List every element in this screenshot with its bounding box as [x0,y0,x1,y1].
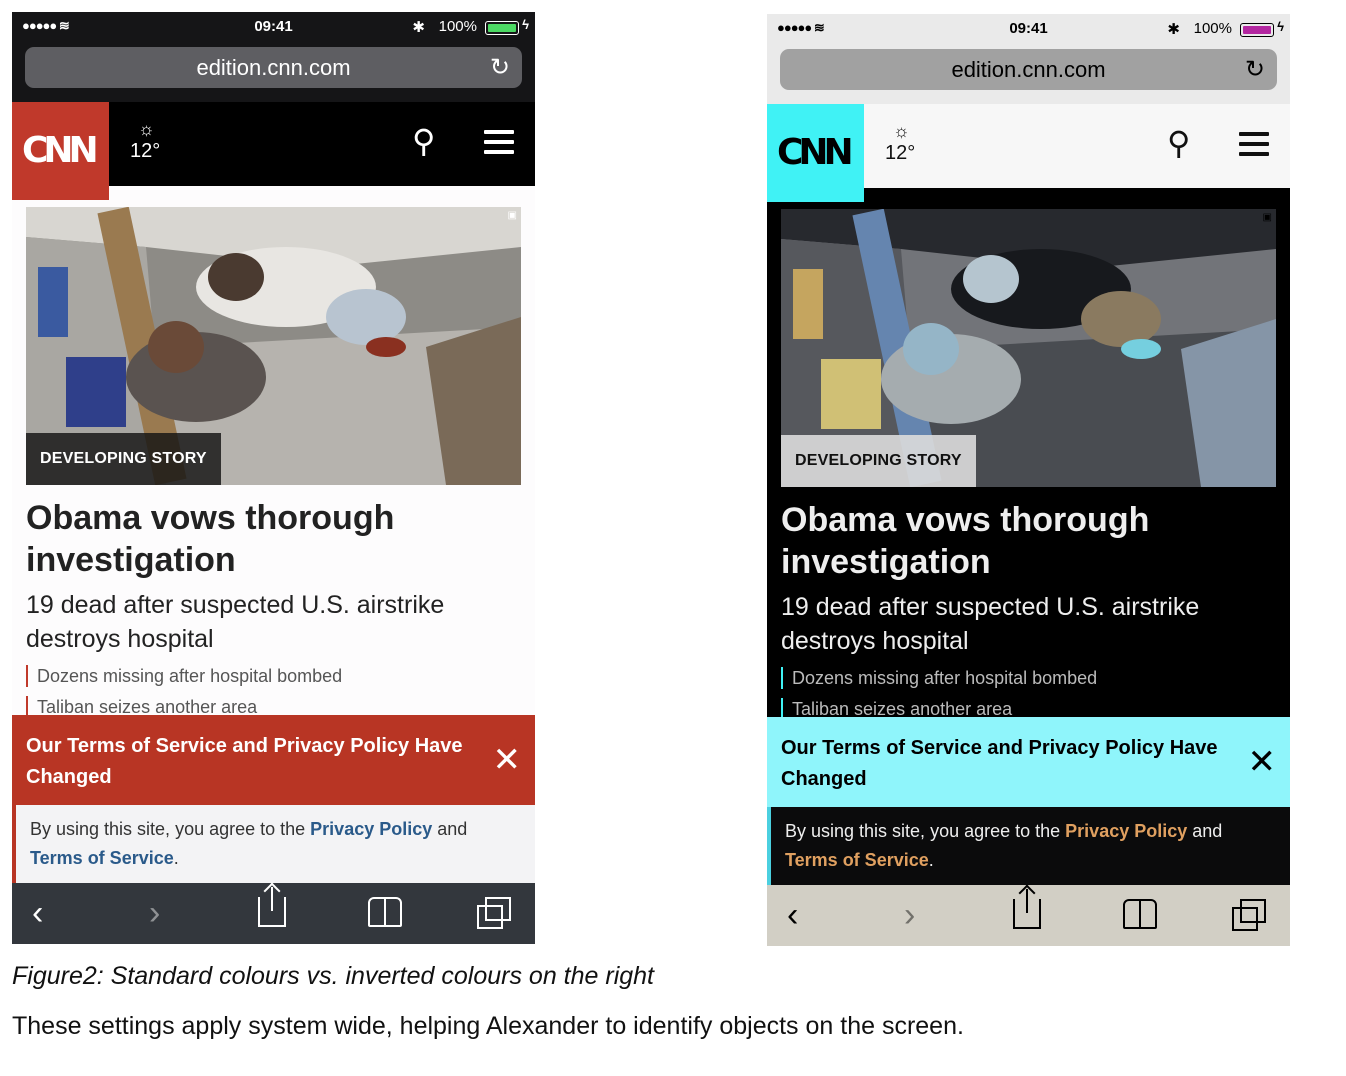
terms-banner: Our Terms of Service and Privacy Policy … [12,715,535,805]
privacy-policy-link[interactable]: Privacy Policy [1065,821,1187,841]
forward-icon[interactable]: › [904,895,915,935]
url-text: edition.cnn.com [196,55,351,80]
terms-notice: By using this site, you agree to the Pri… [12,805,535,883]
menu-icon[interactable] [1239,132,1269,156]
terms-intro-text: By using this site, you agree to the [785,821,1066,841]
related-link[interactable]: Dozens missing after hospital bombed [26,665,516,687]
battery-icon [1240,23,1274,37]
weather-widget[interactable]: ☼ 12° [130,118,160,162]
subheadline[interactable]: 19 dead after suspected U.S. airstrike d… [781,590,1271,658]
tabs-icon[interactable] [477,897,511,929]
battery-percentage: 100% [1193,20,1232,37]
terms-banner-title: Our Terms of Service and Privacy Policy … [26,735,463,788]
close-icon[interactable]: ✕ [1248,745,1277,779]
terms-of-service-link[interactable]: Terms of Service [785,850,929,870]
site-header: CNN ☼ 12° ⚲ [767,104,1290,202]
browser-toolbar: ‹ › [12,883,535,944]
forward-icon[interactable]: › [149,893,160,933]
headline[interactable]: Obama vows thorough investigation [26,497,516,581]
reload-icon[interactable]: ↻ [1245,49,1265,90]
status-bar: ●●●●● ≋ 09:41 ✱ 100% ϟ [12,12,535,42]
cnn-logo[interactable]: CNN [12,102,109,200]
terms-and-text: and [432,819,468,839]
site-header: CNN ☼ 12° ⚲ [12,102,535,200]
charging-icon: ϟ [522,17,529,32]
status-bar: ●●●●● ≋ 09:41 ✱ 100% ϟ [767,14,1290,44]
developing-story-badge: DEVELOPING STORY [26,433,221,485]
tabs-icon[interactable] [1232,899,1266,931]
terms-banner: Our Terms of Service and Privacy Policy … [767,717,1290,807]
weather-temp: 12° [130,140,161,162]
terms-intro-text: By using this site, you agree to the [30,819,311,839]
terms-notice-text: By using this site, you agree to the Pri… [785,817,1275,875]
reload-icon[interactable]: ↻ [490,47,510,88]
terms-and-text: and [1187,821,1223,841]
url-text: edition.cnn.com [951,57,1106,82]
figure-caption: Figure2: Standard colours vs. inverted c… [12,962,655,990]
terms-notice-text: By using this site, you agree to the Pri… [30,815,520,873]
bluetooth-icon: ✱ [412,19,425,36]
privacy-policy-link[interactable]: Privacy Policy [310,819,432,839]
phone-inverted-colours: ●●●●● ≋ 09:41 ✱ 100% ϟ edition.cnn.com ↻… [767,14,1290,946]
battery-percentage: 100% [438,18,477,35]
address-bar-area: edition.cnn.com ↻ [12,42,535,102]
body-paragraph: These settings apply system wide, helpin… [12,1012,964,1040]
bookmarks-icon[interactable] [1123,899,1159,929]
bluetooth-icon: ✱ [1167,21,1180,38]
sun-icon: ☼ [138,119,155,139]
address-bar[interactable]: edition.cnn.com ↻ [780,49,1277,90]
back-icon[interactable]: ‹ [32,893,43,933]
bookmarks-icon[interactable] [368,897,404,927]
developing-story-badge: DEVELOPING STORY [781,435,976,487]
terms-notice: By using this site, you agree to the Pri… [767,807,1290,885]
terms-end-text: . [928,850,934,870]
battery-icon [485,21,519,35]
address-bar-area: edition.cnn.com ↻ [767,44,1290,104]
cnn-logo[interactable]: CNN [767,104,864,202]
share-icon[interactable] [258,887,286,927]
weather-widget[interactable]: ☼ 12° [885,120,915,164]
phone-standard-colours: ●●●●● ≋ 09:41 ✱ 100% ϟ edition.cnn.com ↻… [12,12,535,944]
address-bar[interactable]: edition.cnn.com ↻ [25,47,522,88]
back-icon[interactable]: ‹ [787,895,798,935]
hero-image[interactable]: ▣ DEVELOPING STORY [26,207,521,485]
share-icon[interactable] [1013,889,1041,929]
weather-temp: 12° [885,142,916,164]
terms-of-service-link[interactable]: Terms of Service [30,848,174,868]
search-icon[interactable]: ⚲ [1167,124,1190,162]
gallery-icon: ▣ [507,210,517,221]
menu-icon[interactable] [484,130,514,154]
related-link[interactable]: Dozens missing after hospital bombed [781,667,1271,689]
terms-banner-title: Our Terms of Service and Privacy Policy … [781,737,1218,790]
gallery-icon: ▣ [1262,212,1272,223]
hero-image[interactable]: ▣ DEVELOPING STORY [781,209,1276,487]
terms-end-text: . [173,848,179,868]
headline[interactable]: Obama vows thorough investigation [781,499,1271,583]
search-icon[interactable]: ⚲ [412,122,435,160]
sun-icon: ☼ [893,121,910,141]
subheadline[interactable]: 19 dead after suspected U.S. airstrike d… [26,588,516,656]
close-icon[interactable]: ✕ [493,743,522,777]
charging-icon: ϟ [1277,19,1284,34]
browser-toolbar: ‹ › [767,885,1290,946]
